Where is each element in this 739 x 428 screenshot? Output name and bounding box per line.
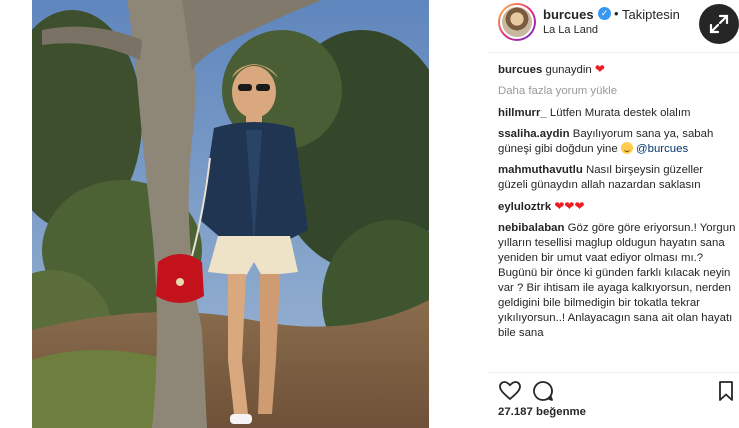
comments-list: burcues gunaydin ❤ Daha fazla yorum yükl…: [498, 62, 736, 369]
heart-outline-icon[interactable]: [498, 379, 522, 403]
red-heart-emoji-icon: ❤: [564, 199, 575, 213]
separator-dot: •: [614, 6, 619, 21]
comment-item: eyluloztrk ❤❤❤: [498, 199, 736, 215]
post-header: burcues ✓ • Takiptesin La La Land: [488, 0, 739, 52]
red-heart-emoji-icon: ❤: [554, 199, 565, 213]
comment-author[interactable]: nebibalaban: [498, 222, 564, 234]
load-more-comments-button[interactable]: Daha fazla yorum yükle: [498, 84, 736, 99]
smiling-face-emoji-icon: [620, 142, 633, 154]
comment-item: ssaliha.aydin Bayılıyorum sana ya, sabah…: [498, 127, 736, 157]
caption-author[interactable]: burcues: [498, 64, 542, 76]
red-heart-emoji-icon: ❤: [594, 62, 605, 76]
post-photo[interactable]: [32, 0, 429, 428]
expand-button[interactable]: [699, 4, 739, 44]
post-action-bar: [488, 372, 739, 406]
comment-mention-link[interactable]: @burcues: [636, 143, 688, 155]
comment-author[interactable]: hillmurr_: [498, 107, 547, 119]
post-author-username[interactable]: burcues: [543, 7, 594, 22]
photo-illustration: [32, 0, 429, 428]
comment-item: hillmurr_ Lütfen Murata destek olalım: [498, 106, 736, 121]
caption: burcues gunaydin ❤: [498, 62, 736, 78]
bookmark-icon[interactable]: [714, 379, 738, 403]
likes-count[interactable]: 27.187 beğenme: [498, 406, 586, 418]
red-heart-emoji-icon: ❤: [574, 199, 585, 213]
expand-arrows-icon: [709, 14, 729, 34]
comment-text: Göz göre göre eriyorsun.! Yorgun yılları…: [498, 222, 736, 339]
comment-author[interactable]: eyluloztrk: [498, 201, 551, 213]
comment-bubble-icon[interactable]: [531, 379, 555, 403]
comment-item: nebibalaban Göz göre göre eriyorsun.! Yo…: [498, 221, 736, 341]
verified-badge-icon: ✓: [598, 7, 611, 20]
post-location[interactable]: La La Land: [543, 24, 598, 36]
comment-text: Lütfen Murata destek olalım: [549, 107, 691, 119]
comment-item: mahmuthavutlu Nasıl birşeysin güzeller g…: [498, 163, 736, 193]
post-details-panel: burcues ✓ • Takiptesin La La Land burcue…: [488, 0, 739, 428]
comment-author[interactable]: ssaliha.aydin: [498, 128, 570, 140]
header-divider: [488, 52, 739, 53]
comment-author[interactable]: mahmuthavutlu: [498, 164, 583, 176]
avatar[interactable]: [498, 3, 536, 41]
caption-text: gunaydin: [545, 64, 592, 76]
instagram-post-view: burcues ✓ • Takiptesin La La Land burcue…: [0, 0, 739, 428]
follow-status-button[interactable]: Takiptesin: [622, 7, 680, 22]
